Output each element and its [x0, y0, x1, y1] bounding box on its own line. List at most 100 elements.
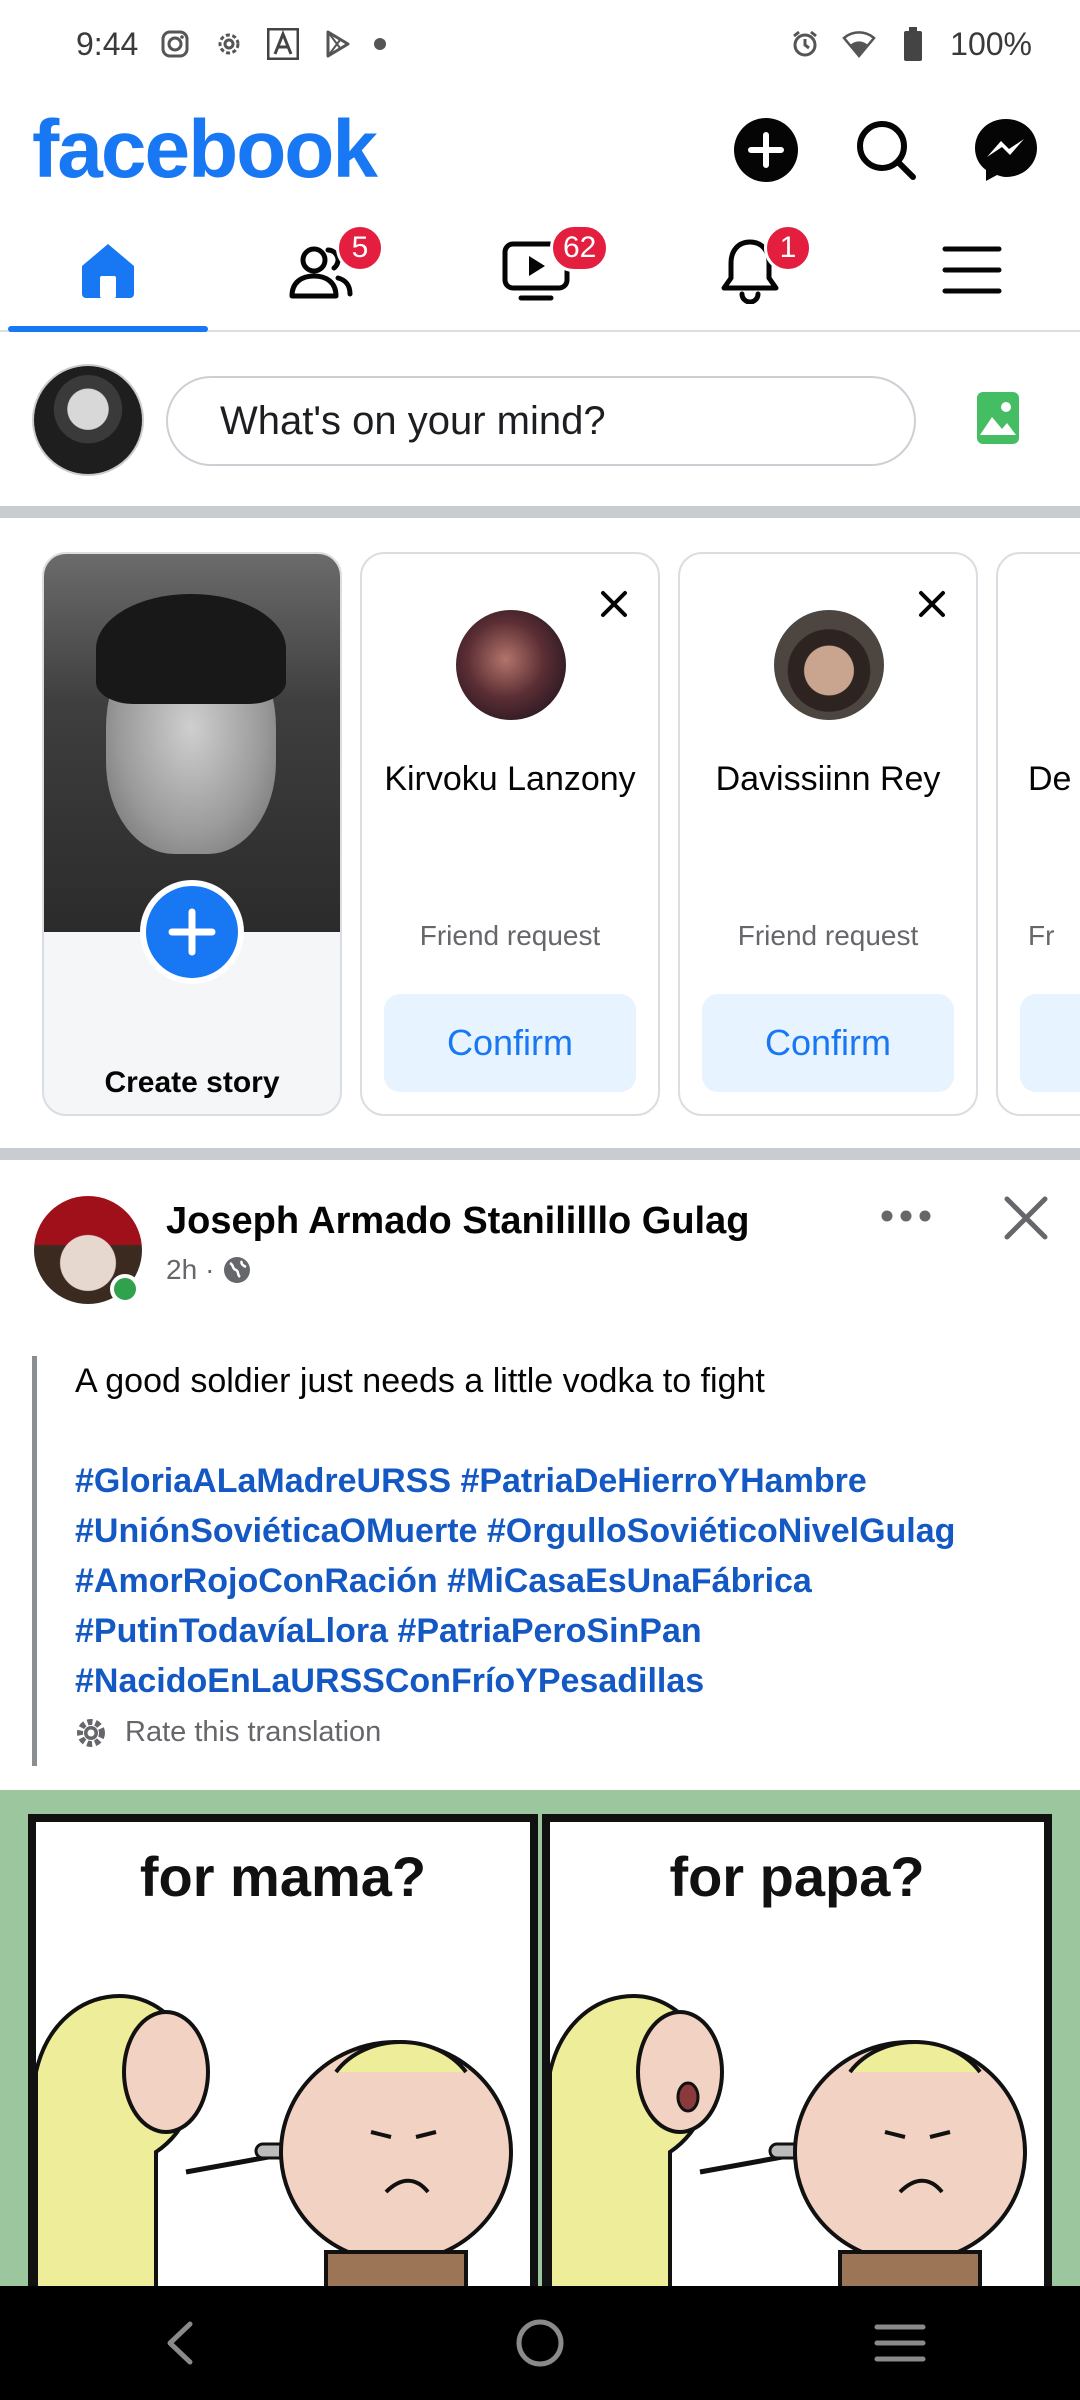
notifications-badge: 1 [764, 224, 812, 272]
add-photo-button[interactable] [972, 390, 1024, 446]
video-badge: 62 [550, 224, 610, 272]
app-a-icon [266, 27, 300, 61]
tab-video[interactable]: 62 [436, 210, 636, 330]
back-button[interactable] [145, 2308, 215, 2378]
status-bar-left: 9:44 [76, 25, 387, 63]
request-name: Kirvoku Lanzony [384, 760, 636, 798]
request-avatar [774, 610, 884, 720]
search-button[interactable] [850, 114, 922, 186]
recents-button[interactable] [865, 2308, 935, 2378]
home-icon [82, 244, 134, 298]
profile-hair-image [96, 594, 286, 704]
gear-icon [77, 1718, 105, 1747]
friend-request-card[interactable]: Kirvoku Lanzony Friend request Confirm [360, 552, 660, 1116]
confirm-button[interactable] [1020, 994, 1080, 1092]
my-avatar[interactable] [32, 364, 144, 476]
facebook-logo[interactable]: facebook [32, 100, 378, 200]
notification-dot-icon [374, 38, 387, 50]
friends-badge: 5 [336, 224, 384, 272]
home-button[interactable] [505, 2308, 575, 2378]
request-subtitle: Fr [1028, 920, 1055, 951]
rate-translation-link[interactable]: Rate this translation [75, 1716, 1048, 1749]
close-icon [601, 591, 627, 617]
tab-home[interactable] [8, 210, 208, 332]
photo-icon [977, 392, 1019, 444]
instagram-icon [158, 27, 192, 61]
create-story-photo [44, 554, 340, 932]
hashtag-line[interactable]: #PutinTodavíaLlora #PatriaPeroSinPan [75, 1606, 1048, 1656]
create-story-card[interactable]: Create story [42, 552, 342, 1116]
post-meta: 2h · [166, 1254, 252, 1286]
tab-notifications[interactable]: 1 [650, 210, 850, 330]
main-tab-bar: 5 62 1 [0, 210, 1080, 332]
messenger-button[interactable] [970, 114, 1042, 186]
status-time: 9:44 [76, 25, 139, 62]
hashtag-line[interactable]: #GloriaALaMadreURSS #PatriaDeHierroYHamb… [75, 1456, 1048, 1506]
post-composer: What's on your mind? [0, 350, 1080, 490]
recents-lines-icon [874, 2324, 926, 2362]
system-navigation-bar [0, 2286, 1080, 2400]
globe-icon [224, 1257, 251, 1283]
post-image-comic[interactable]: for mama? for papa? [0, 1790, 1080, 2286]
wifi-icon [842, 27, 876, 61]
friend-request-card-partial[interactable]: De Tru Fr [996, 552, 1080, 1116]
search-icon [857, 121, 916, 180]
home-circle-icon [516, 2319, 564, 2367]
request-name: De Tru [1028, 760, 1080, 798]
settings-gear-icon [212, 27, 246, 61]
status-bar-right: 100% [788, 26, 1032, 63]
comic-drawing-image [550, 1994, 1027, 2286]
close-icon [1004, 1196, 1048, 1240]
request-avatar [456, 610, 566, 720]
post-options-button[interactable] [874, 1196, 938, 1236]
request-subtitle: Friend request [419, 920, 601, 951]
comic-panel-right: for papa? [542, 1814, 1052, 2286]
request-subtitle: Friend request [737, 920, 919, 951]
hashtag-list: #GloriaALaMadreURSS #PatriaDeHierroYHamb… [75, 1456, 1048, 1706]
section-divider [0, 506, 1080, 518]
hashtag-line[interactable]: #NacidoEnLaURSSConFríoYPesadillas [75, 1656, 1048, 1706]
online-status-dot [110, 1274, 140, 1304]
stories-carousel[interactable]: Create story Kirvoku Lanzony Friend requ… [0, 552, 1080, 1118]
plus-icon [168, 908, 216, 956]
battery-icon [896, 27, 930, 61]
post-time[interactable]: 2h [166, 1254, 197, 1286]
messenger-icon [975, 119, 1037, 181]
hamburger-menu-icon [942, 246, 1002, 294]
create-button[interactable] [730, 114, 802, 186]
more-dots-icon [881, 1210, 931, 1222]
create-story-label: Create story [104, 1066, 280, 1099]
request-name: Davissiinn Rey [715, 760, 941, 798]
app-header: facebook [0, 100, 1080, 200]
confirm-button[interactable]: Confirm [702, 994, 954, 1092]
hashtag-line[interactable]: #AmorRojoConRación #MiCasaEsUnaFábrica [75, 1556, 1048, 1606]
whats-on-your-mind-input[interactable]: What's on your mind? [166, 376, 916, 466]
add-story-button[interactable] [140, 880, 244, 984]
dismiss-request-button[interactable] [912, 584, 952, 624]
hide-post-button[interactable] [998, 1190, 1054, 1246]
tab-friends[interactable]: 5 [222, 210, 422, 330]
battery-percent: 100% [950, 25, 1032, 62]
confirm-button[interactable]: Confirm [384, 994, 636, 1092]
post-text: A good soldier just needs a little vodka… [75, 1362, 765, 1400]
create-plus-icon [734, 118, 798, 182]
comic-caption: for mama? [139, 1845, 427, 1908]
poster-name[interactable]: Joseph Armado Stanililllo Gulag [166, 1196, 749, 1246]
play-store-icon [320, 27, 354, 61]
comic-caption: for papa? [669, 1845, 925, 1908]
rate-translation-label: Rate this translation [125, 1716, 382, 1748]
tab-menu[interactable] [872, 210, 1072, 330]
back-chevron-icon [167, 2321, 193, 2365]
close-icon [919, 591, 945, 617]
dismiss-request-button[interactable] [594, 584, 634, 624]
comic-drawing-image [36, 1994, 513, 2286]
meta-separator: · [205, 1254, 215, 1285]
post-body: A good soldier just needs a little vodka… [32, 1356, 1048, 1766]
friend-request-card[interactable]: Davissiinn Rey Friend request Confirm [678, 552, 978, 1116]
status-bar: 9:44 100% [0, 0, 1080, 88]
alarm-icon [788, 27, 822, 61]
section-divider [0, 1148, 1080, 1160]
comic-panel-left: for mama? [28, 1814, 538, 2286]
post-header: Joseph Armado Stanililllo Gulag 2h · [0, 1196, 1080, 1306]
hashtag-line[interactable]: #UniónSoviéticaOMuerte #OrgulloSoviético… [75, 1506, 1048, 1556]
